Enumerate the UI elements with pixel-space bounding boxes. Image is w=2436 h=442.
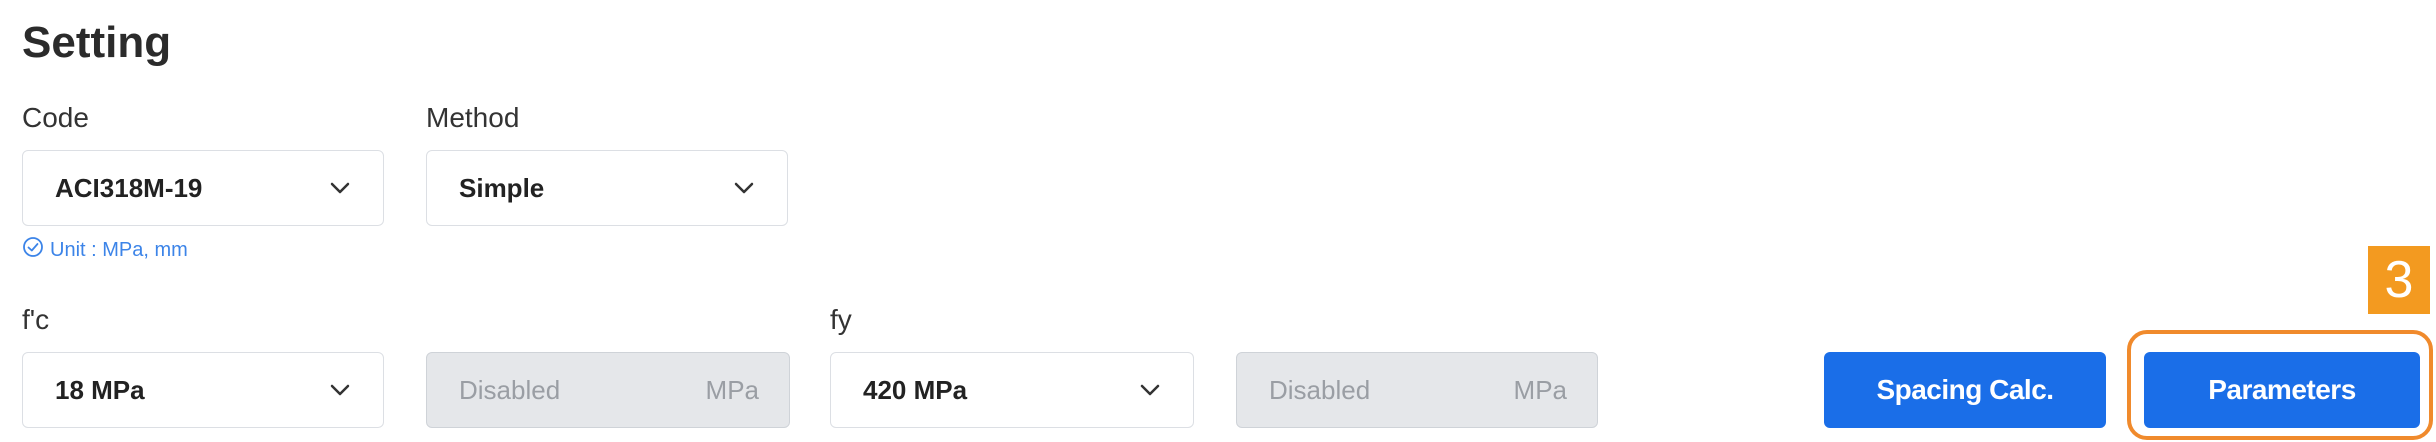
fc-custom-input: Disabled MPa: [426, 352, 790, 428]
code-label: Code: [22, 102, 89, 133]
annotation-marker: 3: [2368, 246, 2430, 314]
unit-note-text: Unit : MPa, mm: [50, 238, 188, 261]
fy-unit: MPa: [1513, 374, 1567, 405]
chevron-down-icon: [731, 175, 757, 201]
fc-select[interactable]: 18 MPa: [22, 352, 384, 428]
fc-disabled-text: Disabled: [459, 374, 561, 405]
code-select[interactable]: ACI318M-19: [22, 150, 384, 226]
chevron-down-icon: [327, 175, 353, 201]
method-value: Simple: [459, 172, 545, 203]
fy-disabled-text: Disabled: [1269, 374, 1371, 405]
fy-custom-input: Disabled MPa: [1236, 352, 1598, 428]
fy-label: fy: [830, 304, 852, 335]
fy-select[interactable]: 420 MPa: [830, 352, 1194, 428]
spacing-calc-button[interactable]: Spacing Calc.: [1824, 352, 2106, 428]
chevron-down-icon: [327, 377, 353, 403]
check-circle-icon: [22, 236, 44, 264]
fy-value: 420 MPa: [863, 374, 968, 405]
page-title: Setting: [22, 18, 172, 67]
parameters-button[interactable]: Parameters: [2144, 352, 2420, 428]
unit-note: Unit : MPa, mm: [22, 236, 188, 264]
method-select[interactable]: Simple: [426, 150, 788, 226]
fc-unit: MPa: [705, 374, 759, 405]
method-label: Method: [426, 102, 520, 133]
fc-label: f'c: [22, 304, 50, 335]
fc-value: 18 MPa: [55, 374, 145, 405]
code-value: ACI318M-19: [55, 172, 203, 203]
chevron-down-icon: [1137, 377, 1163, 403]
